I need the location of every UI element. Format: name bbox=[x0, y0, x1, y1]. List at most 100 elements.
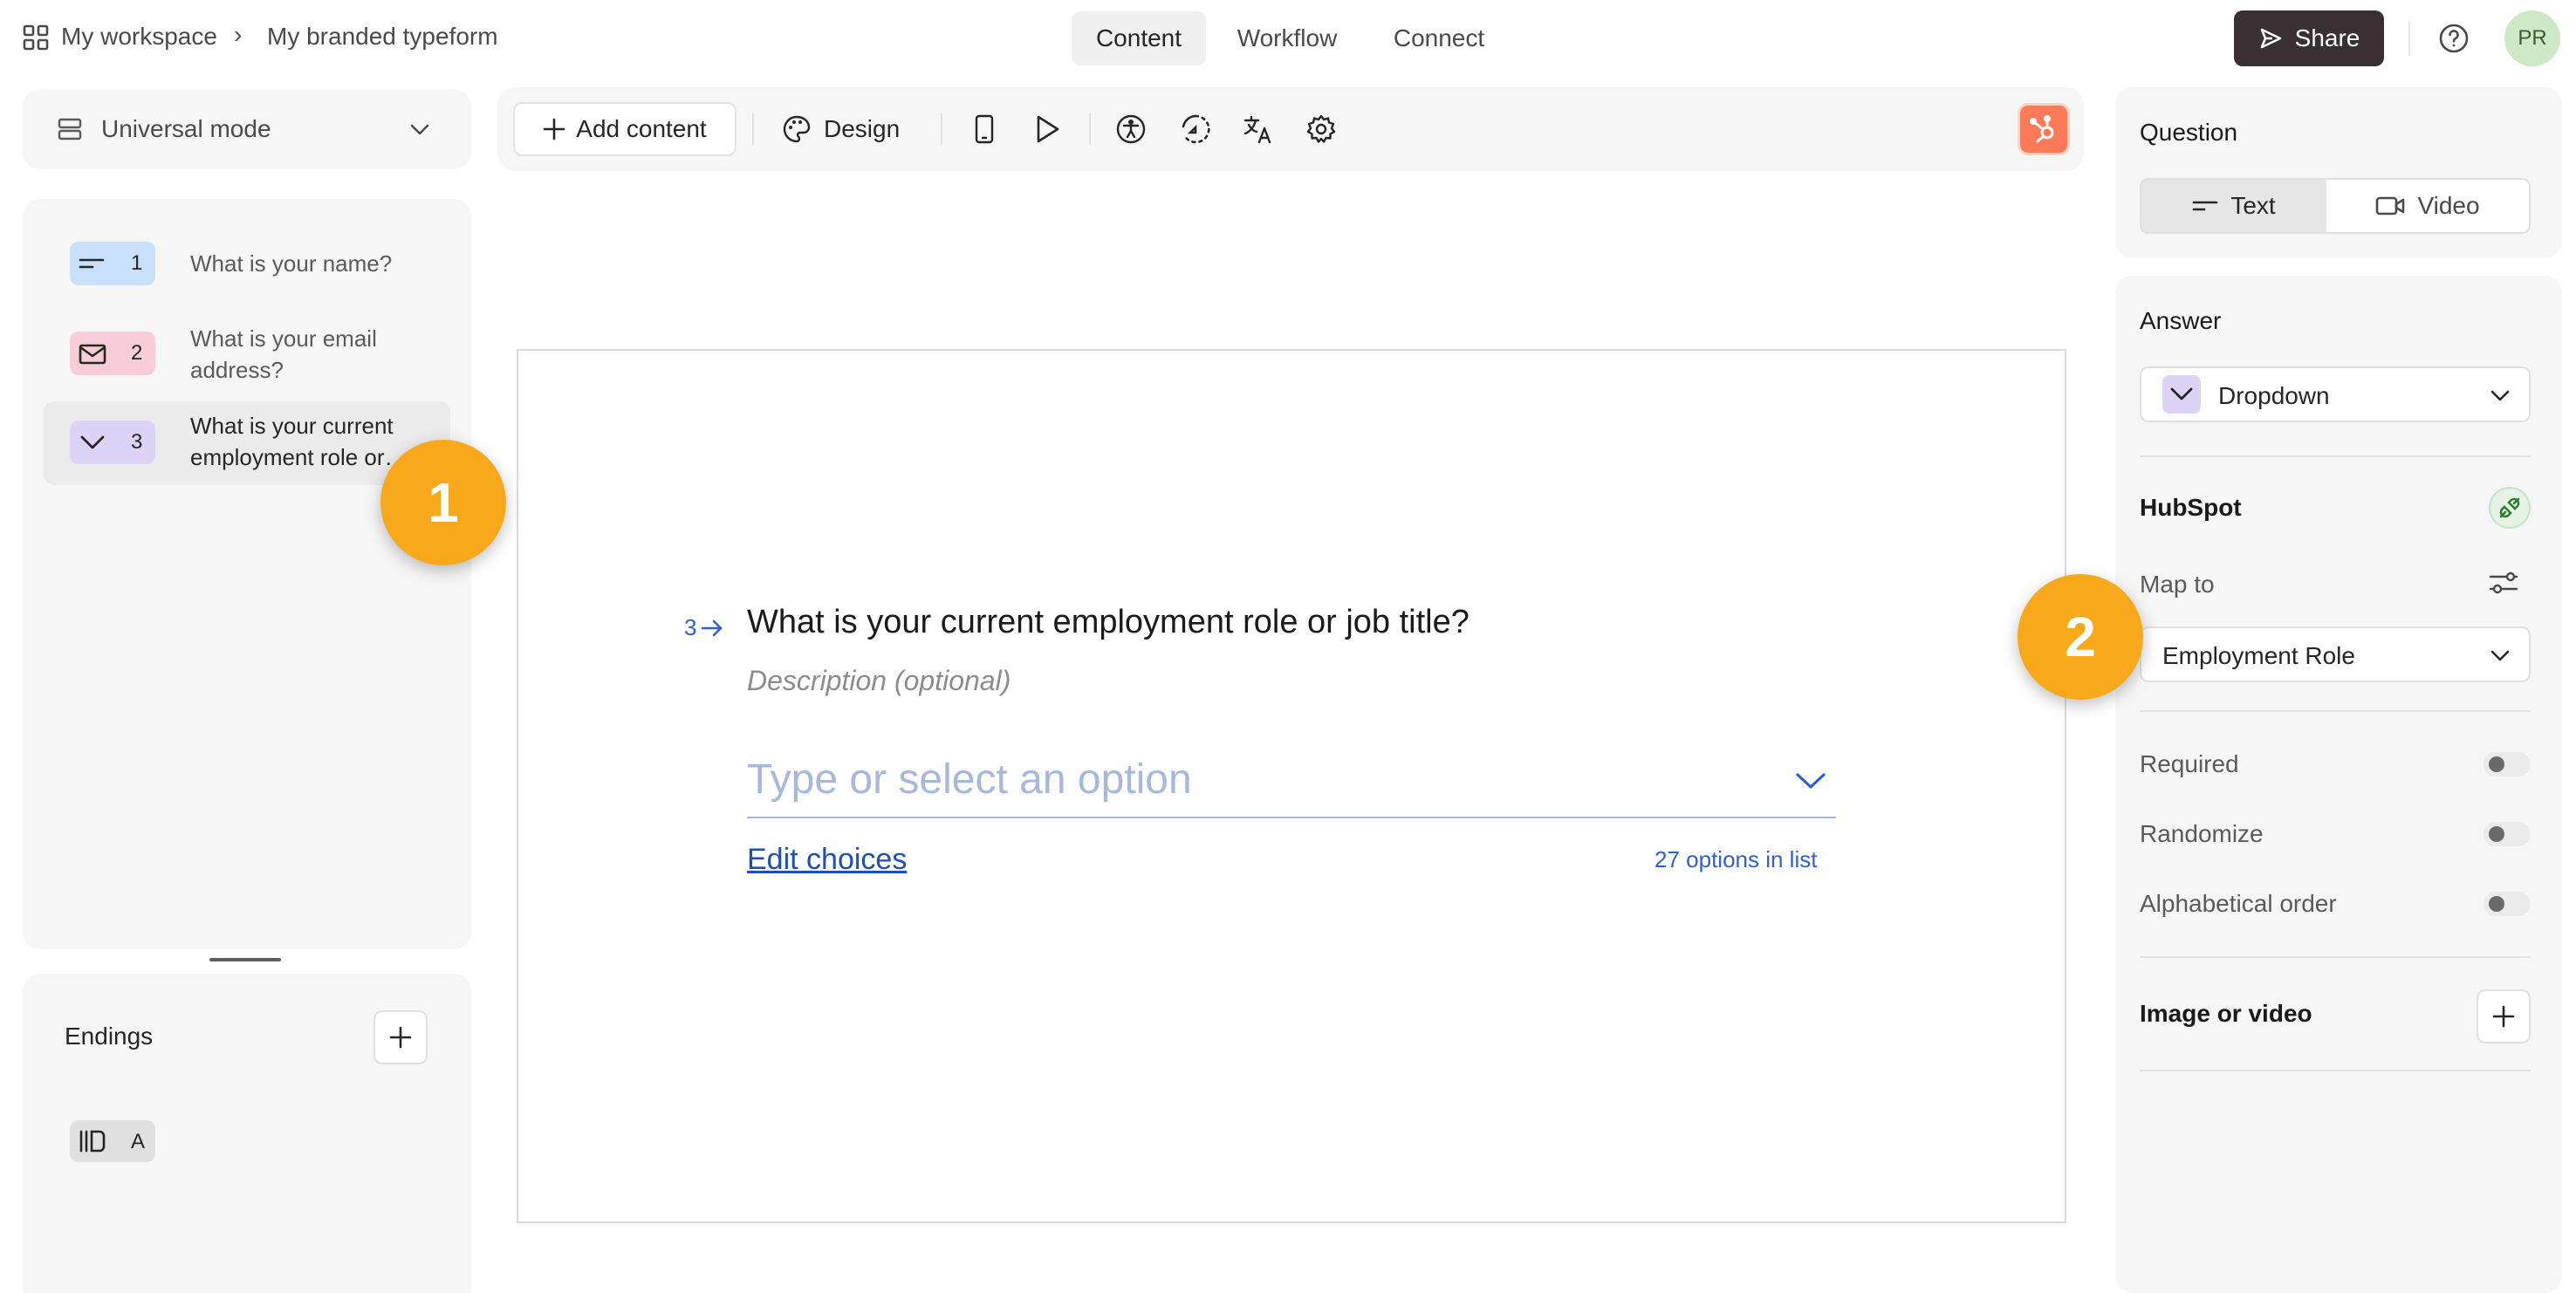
divider bbox=[2140, 455, 2531, 457]
list-item[interactable]: 1 What is your name? bbox=[44, 229, 450, 298]
options-count: 27 options in list bbox=[1655, 846, 1818, 872]
toolbar-divider bbox=[941, 113, 942, 145]
breadcrumb-form-name[interactable]: My branded typeform bbox=[267, 23, 498, 51]
add-media-button[interactable] bbox=[2477, 989, 2531, 1043]
add-content-button[interactable]: Add content bbox=[513, 102, 736, 156]
toggle-knob bbox=[2489, 826, 2504, 842]
avatar[interactable]: PR bbox=[2504, 10, 2560, 66]
toggle-knob bbox=[2489, 756, 2504, 772]
chevron-down-icon bbox=[2489, 647, 2511, 665]
question-badge: 1 bbox=[70, 242, 155, 285]
gear-icon[interactable] bbox=[1304, 112, 1339, 147]
apps-grid-icon[interactable] bbox=[23, 24, 49, 51]
media-heading: Image or video bbox=[2140, 1000, 2312, 1027]
add-ending-button[interactable] bbox=[373, 1010, 428, 1064]
toggle-label-randomize: Randomize bbox=[2140, 820, 2264, 847]
divider bbox=[2140, 1070, 2531, 1071]
list-item[interactable]: 2 What is your email address? bbox=[44, 312, 450, 400]
send-icon bbox=[2258, 26, 2283, 51]
map-to-select[interactable]: Employment Role bbox=[2140, 626, 2531, 682]
map-to-value: Employment Role bbox=[2162, 642, 2355, 669]
hubspot-integration-button[interactable] bbox=[2018, 103, 2070, 155]
plug-icon[interactable] bbox=[2489, 487, 2531, 529]
question-badge: 2 bbox=[70, 332, 155, 375]
chevron-down-icon bbox=[79, 432, 106, 453]
share-label: Share bbox=[2294, 24, 2360, 51]
logic-icon[interactable] bbox=[1178, 112, 1213, 147]
arrow-right-icon bbox=[700, 619, 724, 638]
design-button[interactable]: Design bbox=[782, 106, 900, 152]
question-text: What is your name? bbox=[190, 250, 393, 277]
mode-selector[interactable]: Universal mode bbox=[23, 89, 471, 169]
ending-icon bbox=[79, 1129, 106, 1153]
question-description[interactable]: Description (optional) bbox=[747, 665, 1011, 697]
video-icon bbox=[2375, 195, 2405, 216]
help-icon[interactable] bbox=[2438, 23, 2470, 54]
accessibility-icon[interactable] bbox=[1113, 112, 1148, 147]
answer-settings-panel: Answer bbox=[2115, 276, 2562, 1293]
ending-label: A bbox=[131, 1130, 146, 1153]
short-text-icon bbox=[2192, 196, 2218, 216]
question-number-indicator: 3 bbox=[684, 614, 724, 641]
endings-heading: Endings bbox=[65, 1023, 154, 1050]
required-toggle[interactable] bbox=[2484, 752, 2531, 776]
dropdown-placeholder: Type or select an option bbox=[747, 756, 1192, 803]
plus-icon bbox=[2491, 1004, 2516, 1029]
palette-icon bbox=[782, 114, 812, 144]
toolbar-divider bbox=[752, 113, 754, 145]
mail-icon bbox=[79, 343, 106, 366]
panel-resize-handle[interactable] bbox=[209, 958, 281, 961]
breadcrumb-separator: › bbox=[234, 21, 243, 48]
question-list: 1 What is your name? 2 What is your emai… bbox=[23, 199, 471, 949]
design-label: Design bbox=[824, 115, 901, 142]
toolbar-divider bbox=[1089, 113, 1091, 145]
question-text: What is your current employment role or… bbox=[190, 413, 408, 470]
toggle-knob bbox=[2489, 896, 2504, 912]
question-title[interactable]: What is your current employment role or … bbox=[747, 604, 1470, 641]
divider bbox=[2140, 710, 2531, 712]
mode-label: Universal mode bbox=[101, 115, 271, 142]
map-to-label: Map to bbox=[2140, 571, 2215, 598]
tab-content[interactable]: Content bbox=[1072, 11, 1206, 65]
toggle-label-required: Required bbox=[2140, 750, 2239, 777]
hubspot-icon bbox=[2028, 113, 2059, 145]
text-format-button[interactable]: Text bbox=[2141, 180, 2326, 232]
translate-icon[interactable] bbox=[1241, 112, 1276, 147]
plus-icon bbox=[388, 1025, 413, 1050]
answer-type-select[interactable]: Dropdown bbox=[2140, 366, 2531, 422]
question-number: 3 bbox=[131, 430, 143, 454]
tab-workflow[interactable]: Workflow bbox=[1220, 11, 1354, 65]
divider bbox=[2140, 956, 2531, 958]
video-format-button[interactable]: Video bbox=[2326, 180, 2529, 232]
question-text: What is your email address? bbox=[190, 325, 377, 383]
dropdown-input[interactable]: Type or select an option bbox=[747, 745, 1836, 818]
answer-heading: Answer bbox=[2140, 307, 2222, 334]
chevron-down-icon bbox=[2489, 387, 2511, 405]
step-marker-2: 2 bbox=[2018, 574, 2143, 700]
play-icon[interactable] bbox=[1030, 112, 1065, 147]
plus-icon bbox=[543, 118, 565, 140]
add-content-label: Add content bbox=[576, 115, 707, 142]
answer-type-value: Dropdown bbox=[2218, 382, 2330, 409]
ending-item[interactable]: A bbox=[70, 1120, 155, 1162]
chevron-down-icon[interactable] bbox=[1794, 770, 1827, 792]
breadcrumb-workspace[interactable]: My workspace bbox=[61, 23, 217, 51]
question-format-toggle: Text Video bbox=[2140, 178, 2531, 234]
randomize-toggle[interactable] bbox=[2484, 822, 2531, 846]
question-number: 1 bbox=[131, 251, 143, 275]
text-format-label: Text bbox=[2230, 192, 2276, 219]
alphabetical-order-toggle[interactable] bbox=[2484, 892, 2531, 916]
hubspot-heading: HubSpot bbox=[2140, 494, 2242, 521]
dropdown-type-badge bbox=[2162, 375, 2201, 414]
mobile-preview-icon[interactable] bbox=[967, 112, 1002, 147]
share-button[interactable]: Share bbox=[2234, 10, 2384, 66]
tab-connect[interactable]: Connect bbox=[1372, 11, 1506, 65]
edit-choices-link[interactable]: Edit choices bbox=[747, 843, 907, 877]
topbar-divider bbox=[2408, 21, 2410, 56]
short-text-icon bbox=[79, 253, 106, 274]
question-heading: Question bbox=[2140, 119, 2238, 146]
sliders-icon[interactable] bbox=[2489, 569, 2518, 597]
question-number: 2 bbox=[131, 341, 143, 365]
question-badge: 3 bbox=[70, 421, 155, 464]
video-format-label: Video bbox=[2417, 192, 2480, 219]
